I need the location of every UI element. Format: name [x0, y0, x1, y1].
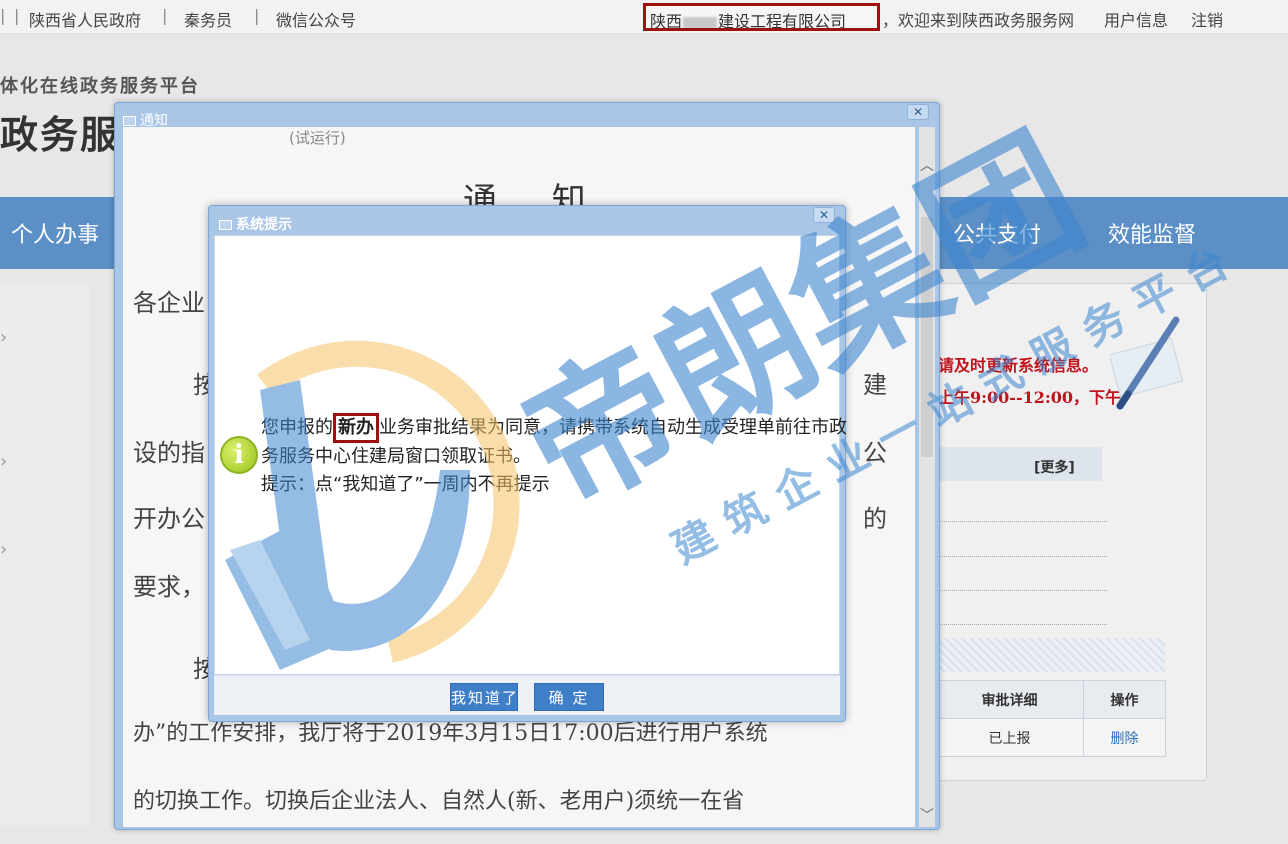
divider [940, 590, 1107, 591]
redacted-mark [683, 16, 718, 28]
gov-link[interactable]: 陕西省人民政府 [29, 7, 141, 31]
system-prompt-dialog: 系统提示 ✕ i 您申报的 新办 业务审批结果为同意，请携带系统自动生成受理单前往市… [208, 205, 847, 722]
chevron-icon[interactable]: › [0, 539, 7, 560]
notice-line: 设的指 [133, 439, 205, 467]
notice-line: 开办公 [133, 505, 205, 533]
separator: | [14, 6, 20, 25]
hours-notice-text: 上午9:00--12:00，下午 [938, 388, 1122, 407]
platform-slogan: 体化在线政务服务平台 [0, 76, 200, 97]
company-name: 陕西 建设工程有限公司 [643, 3, 880, 31]
message-text: 您申报的 [261, 417, 333, 438]
notice-line: 建 [863, 371, 887, 399]
dialog-body: i 您申报的 新办 业务审批结果为同意，请携带系统自动生成受理单前往市政务服务中心住… [214, 235, 847, 675]
left-sidebar: › › › [0, 285, 90, 825]
trial-status: (试运行) [289, 129, 346, 147]
more-link[interactable]: [更多] [1034, 457, 1075, 477]
list-header-strip [935, 447, 1102, 481]
update-notice-text: 请及时更新系统信息。 [938, 356, 1099, 375]
highlight-xinban: 新办 [333, 413, 379, 443]
notice-line: 的切换工作。切换后企业法人、自然人(新、老用户)须统一在省 [133, 789, 745, 814]
separator: | [162, 6, 168, 25]
scroll-thumb[interactable] [921, 217, 933, 457]
know-button[interactable]: 我知道了 [450, 683, 518, 711]
ok-button[interactable]: 确 定 [534, 683, 604, 711]
info-icon: i [220, 436, 258, 474]
header-detail: 审批详细 [935, 680, 1084, 719]
user-info-link[interactable]: 用户信息 [1104, 7, 1168, 31]
hint-text: 提示：点“我知道了”一周内不再提示 [261, 474, 550, 495]
window-icon [219, 220, 232, 230]
dialog-title-text: 系统提示 [236, 217, 292, 233]
logout-link[interactable]: 注销 [1191, 7, 1223, 31]
separator: | [254, 6, 260, 25]
notice-line: 的 [863, 505, 887, 533]
dialog-title: 系统提示 [219, 214, 292, 234]
notice-line: 各企业 [133, 289, 205, 317]
delete-link[interactable]: 删除 [1083, 718, 1166, 757]
notice-scrollbar[interactable]: ︿ ﹀ [919, 127, 935, 827]
header-action: 操作 [1083, 680, 1166, 719]
scroll-up-icon[interactable]: ︿ [919, 155, 935, 175]
divider [940, 556, 1107, 557]
pen-icon [1110, 316, 1184, 410]
dialog-footer: 我知道了 确 定 [214, 675, 840, 715]
nav-supervision[interactable]: 效能监督 [1108, 217, 1196, 249]
chevron-icon[interactable]: › [0, 451, 7, 472]
notice-line: 要求， [133, 573, 205, 601]
table-row: 已上报 删除 [935, 718, 1166, 757]
dialog-message: 您申报的 新办 业务审批结果为同意，请携带系统自动生成受理单前往市政务服务中心住建局… [261, 413, 847, 499]
company-prefix: 陕西 [650, 12, 683, 31]
separator: | [0, 6, 6, 25]
status-cell: 已上报 [935, 718, 1084, 757]
notice-line: 公 [863, 439, 887, 467]
top-utility-bar: | | 陕西省人民政府 | 秦务员 | 微信公众号 陕西 建设工程有限公司 ，欢迎… [0, 0, 1288, 34]
company-suffix: 建设工程有限公司 [718, 12, 847, 31]
approval-table: 审批详细 操作 已上报 删除 [935, 680, 1166, 757]
welcome-text: ，欢迎来到陕西政务服务网 [882, 11, 1075, 30]
close-icon[interactable]: ✕ [813, 207, 835, 223]
table-header-row: 审批详细 操作 [935, 680, 1166, 719]
wechat-link[interactable]: 微信公众号 [276, 7, 356, 31]
close-icon[interactable]: ✕ [907, 104, 929, 120]
nav-personal[interactable]: 个人办事 [11, 217, 99, 249]
scroll-down-icon[interactable]: ﹀ [919, 805, 935, 825]
divider [940, 624, 1107, 625]
qinwuyuan-link[interactable]: 秦务员 [184, 7, 232, 31]
window-icon [123, 116, 136, 126]
chevron-icon[interactable]: › [0, 327, 7, 348]
divider [940, 521, 1107, 522]
nav-payment[interactable]: 公共支付 [953, 217, 1041, 249]
table-caption-bar [935, 638, 1165, 672]
